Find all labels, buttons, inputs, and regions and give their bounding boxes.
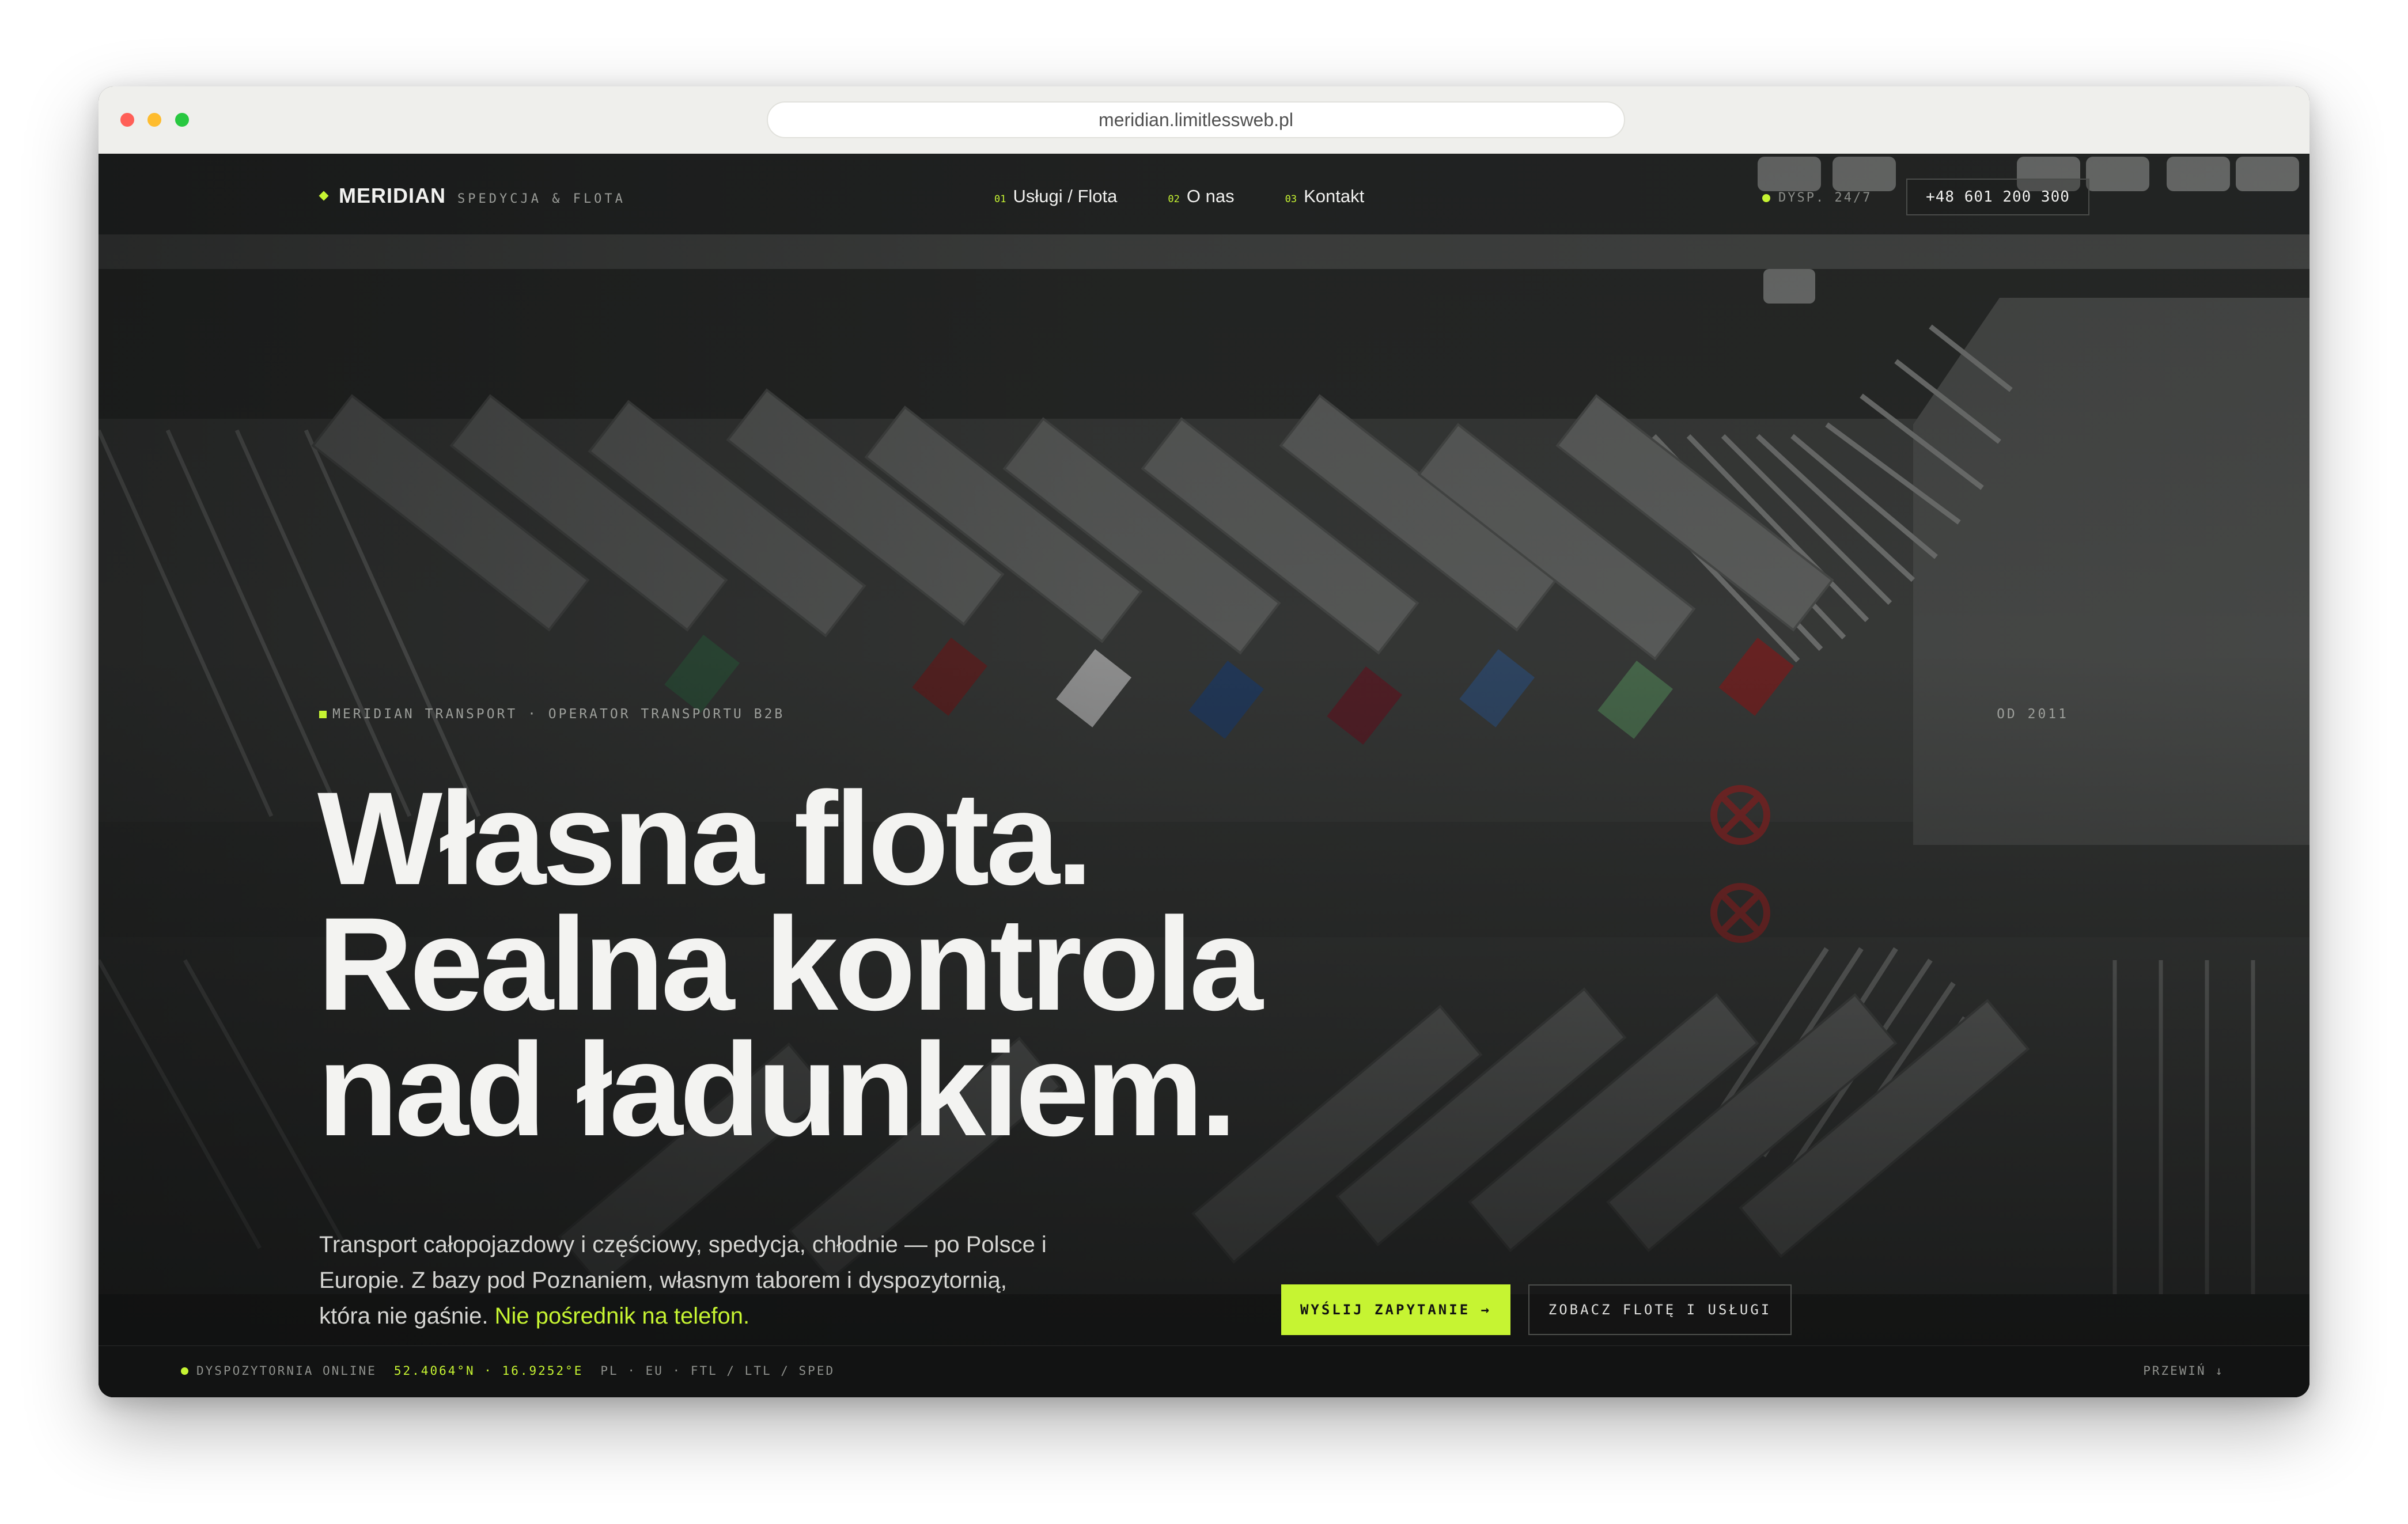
browser-window: meridian.limitlessweb.pl MERIDIAN SPEDYC… — [99, 86, 2309, 1397]
top-navigation: MERIDIAN SPEDYCJA & FLOTA 01 Usługi / Fl… — [99, 154, 2309, 240]
hero-lead: Transport całopojazdowy i częściowy, spe… — [319, 1227, 1057, 1334]
brand-logo[interactable]: MERIDIAN SPEDYCJA & FLOTA — [319, 184, 626, 208]
address-bar[interactable]: meridian.limitlessweb.pl — [767, 101, 1625, 138]
headline-line-2: Realna kontrola — [317, 890, 1263, 1038]
headline-line-1: Własna flota. — [317, 764, 1093, 912]
lead-accent: Nie pośrednik na telefon. — [494, 1303, 750, 1329]
brand-diamond-icon — [319, 191, 329, 201]
status-strip: DYSPOZYTORNIA ONLINE 52.4064°N · 16.9252… — [99, 1345, 2309, 1397]
eyebrow-text: MERIDIAN TRANSPORT · OPERATOR TRANSPORTU… — [332, 707, 785, 722]
nav-label: O nas — [1186, 186, 1235, 206]
main-menu: 01 Usługi / Flota 02 O nas 03 Kontakt — [994, 186, 1364, 207]
browser-chrome: meridian.limitlessweb.pl — [99, 86, 2309, 154]
nav-number: 03 — [1285, 194, 1297, 205]
strip-status: DYSPOZYTORNIA ONLINE — [196, 1364, 377, 1378]
hero-section: MERIDIAN SPEDYCJA & FLOTA 01 Usługi / Fl… — [99, 154, 2309, 1397]
dispatch-status-label: DYSP. 24/7 — [1778, 191, 1872, 205]
send-inquiry-button[interactable]: WYŚLIJ ZAPYTANIE → — [1281, 1284, 1510, 1335]
online-dot-icon — [181, 1367, 188, 1375]
brand-tagline: SPEDYCJA & FLOTA — [457, 192, 626, 206]
minimize-window-icon[interactable] — [147, 113, 161, 127]
strip-info: DYSPOZYTORNIA ONLINE 52.4064°N · 16.9252… — [181, 1364, 835, 1378]
nav-link-services[interactable]: 01 Usługi / Flota — [994, 186, 1117, 207]
maximize-window-icon[interactable] — [175, 113, 189, 127]
nav-number: 02 — [1168, 194, 1180, 205]
hero-eyebrow: MERIDIAN TRANSPORT · OPERATOR TRANSPORTU… — [319, 707, 785, 722]
headline-line-3: nad ładunkiem. — [317, 1015, 1237, 1163]
phone-button[interactable]: +48 601 200 300 — [1906, 179, 2089, 215]
hero-headline: Własna flota. Realna kontrola nad ładunk… — [317, 764, 1263, 1163]
nav-link-about[interactable]: 02 O nas — [1168, 186, 1234, 207]
strip-tags: PL · EU · FTL / LTL / SPED — [600, 1364, 835, 1378]
nav-label: Usługi / Flota — [1013, 186, 1118, 206]
nav-link-contact[interactable]: 03 Kontakt — [1285, 186, 1365, 207]
status-dot-icon — [1762, 194, 1770, 202]
close-window-icon[interactable] — [120, 113, 134, 127]
brand-name: MERIDIAN — [339, 184, 446, 207]
nav-number: 01 — [994, 194, 1006, 205]
dispatch-status: DYSP. 24/7 — [1762, 191, 1872, 205]
strip-coords: 52.4064°N · 16.9252°E — [393, 1364, 584, 1378]
see-fleet-button[interactable]: ZOBACZ FLOTĘ I USŁUGI — [1528, 1284, 1792, 1335]
nav-label: Kontakt — [1304, 186, 1365, 206]
eyebrow-square-icon — [319, 710, 327, 718]
since-label: OD 2011 — [1997, 707, 2069, 722]
scroll-hint[interactable]: PRZEWIŃ ↓ — [2143, 1364, 2224, 1378]
